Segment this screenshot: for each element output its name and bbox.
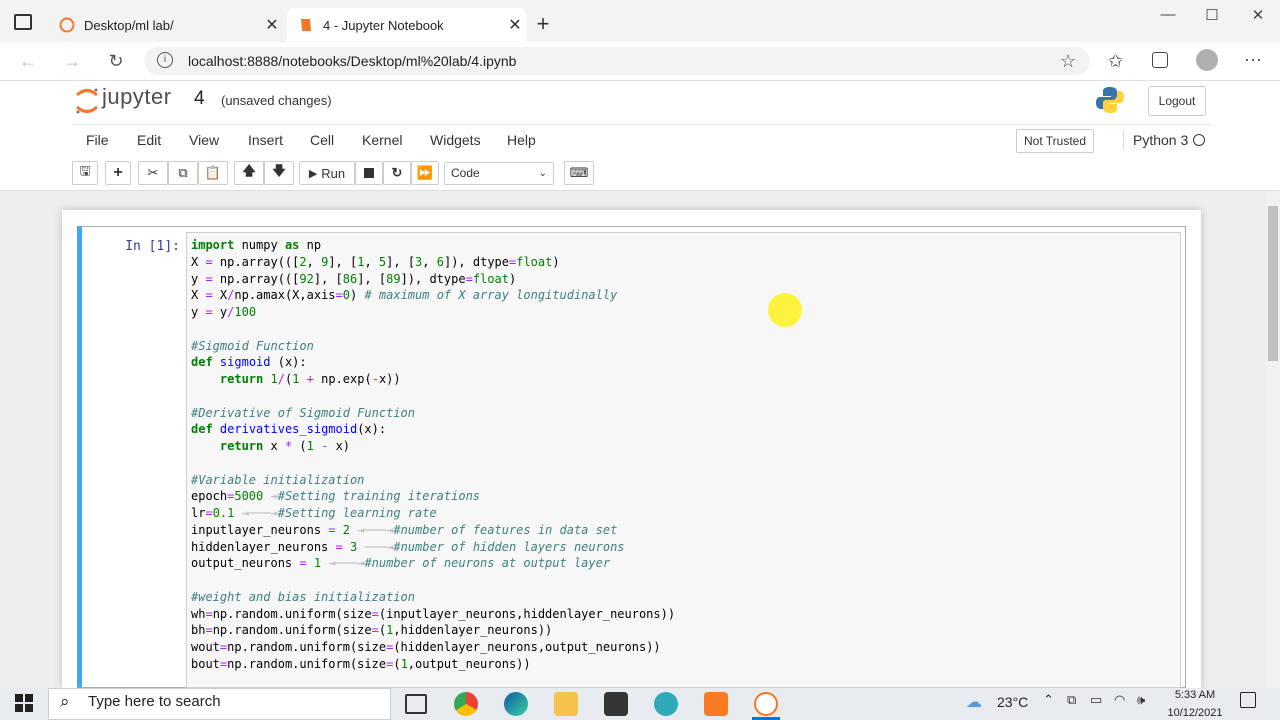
- kernel-divider: [1123, 130, 1124, 150]
- run-label: Run: [321, 165, 346, 181]
- task-view-icon[interactable]: [405, 694, 427, 714]
- code-content[interactable]: import numpy as np X = np.array(([2, 9],…: [191, 237, 675, 673]
- menu-edit[interactable]: Edit: [137, 132, 161, 148]
- notification-center-icon[interactable]: [1240, 692, 1256, 708]
- menu-cell[interactable]: Cell: [310, 132, 334, 148]
- keyboard-icon: ⌨: [569, 165, 589, 180]
- restart-run-all-button[interactable]: ⏩: [411, 161, 439, 185]
- chevron-down-icon: ⌄: [538, 168, 547, 179]
- menu-file[interactable]: File: [86, 132, 109, 148]
- tab-actions-icon[interactable]: [14, 14, 32, 30]
- xampp-icon[interactable]: [704, 692, 728, 716]
- tab-jupyter-notebook[interactable]: 4 - Jupyter Notebook ✕: [287, 8, 527, 42]
- kernel-idle-indicator-icon: [1193, 134, 1205, 146]
- taskbar-search-placeholder: Type here to search: [88, 693, 221, 710]
- back-button[interactable]: ←: [14, 48, 42, 74]
- minimize-button[interactable]: —: [1148, 6, 1188, 28]
- python-logo-icon: [1095, 85, 1125, 115]
- close-tab-icon[interactable]: ✕: [260, 15, 284, 35]
- edge-icon[interactable]: [504, 692, 528, 716]
- chevron-up-icon[interactable]: ⌃: [1043, 692, 1054, 708]
- cut-button[interactable]: ✂: [138, 161, 168, 185]
- cell-input-prompt: In [1]:: [125, 239, 180, 254]
- save-button[interactable]: 🖫: [72, 161, 98, 185]
- jupyter-taskbar-icon[interactable]: [754, 692, 778, 716]
- profile-avatar-icon[interactable]: [1196, 49, 1218, 71]
- plus-icon: +: [113, 164, 123, 181]
- paste-icon: 📋: [204, 165, 222, 180]
- wifi-icon[interactable]: ◠: [1114, 692, 1125, 708]
- info-icon[interactable]: i: [157, 52, 173, 68]
- tab-desktop-ml-lab[interactable]: Desktop/ml lab/ ✕: [48, 8, 284, 42]
- clock-time: 5:33 AM: [1174, 689, 1216, 701]
- favorites-icon[interactable]: ✩: [1108, 51, 1123, 72]
- kernel-name[interactable]: Python 3: [1133, 132, 1188, 148]
- battery-icon[interactable]: ▭: [1090, 692, 1102, 708]
- restart-button[interactable]: ↻: [383, 161, 411, 185]
- play-icon: ▶: [308, 167, 318, 180]
- save-icon: 🖫: [79, 163, 91, 178]
- favorite-star-add-icon[interactable]: ☆: [1060, 51, 1076, 72]
- command-palette-button[interactable]: ⌨: [564, 161, 594, 185]
- close-tab-icon[interactable]: ✕: [503, 15, 527, 35]
- paste-button[interactable]: 📋: [198, 161, 228, 185]
- fast-forward-icon: ⏩: [416, 165, 434, 180]
- jupyter-logo-icon[interactable]: [74, 86, 100, 116]
- collections-icon[interactable]: [1152, 52, 1168, 68]
- weather-icon[interactable]: ☁: [966, 692, 982, 712]
- weather-temperature[interactable]: 23°C: [997, 694, 1028, 710]
- taskbar-clock[interactable]: 5:33 AM 10/12/2021: [1160, 688, 1230, 720]
- windows-start-icon[interactable]: [15, 694, 33, 712]
- forward-button[interactable]: →: [58, 48, 86, 74]
- menu-help[interactable]: Help: [507, 132, 536, 148]
- menu-view[interactable]: View: [189, 132, 219, 148]
- notebook-favicon-icon: [297, 16, 315, 34]
- scrollbar-thumb[interactable]: [1268, 206, 1278, 361]
- clock-date: 10/12/2021: [1167, 707, 1223, 719]
- run-button[interactable]: ▶ Run: [299, 161, 355, 185]
- insert-cell-button[interactable]: +: [105, 161, 131, 185]
- stop-icon: [364, 168, 374, 178]
- cell-type-value: Code: [451, 166, 480, 180]
- menu-insert[interactable]: Insert: [248, 132, 283, 148]
- jupyter-logo-text[interactable]: jupyter: [102, 84, 172, 110]
- move-down-button[interactable]: 🡇: [264, 161, 294, 185]
- maximize-button[interactable]: ☐: [1192, 6, 1232, 28]
- cell-type-select[interactable]: Code ⌄: [444, 162, 554, 185]
- mouse-cursor-highlight: [768, 293, 802, 327]
- save-status: (unsaved changes): [221, 93, 332, 108]
- volume-icon[interactable]: 🕪: [1137, 692, 1145, 708]
- arrow-up-icon: 🡅: [242, 163, 256, 178]
- menu-widgets[interactable]: Widgets: [430, 132, 481, 148]
- chrome-icon[interactable]: [454, 692, 478, 716]
- tab-title: 4 - Jupyter Notebook: [323, 17, 444, 33]
- close-window-button[interactable]: ✕: [1238, 6, 1278, 28]
- scissors-icon: ✂: [147, 165, 159, 180]
- more-menu-icon[interactable]: ···: [1244, 49, 1262, 70]
- restart-icon: ↻: [391, 165, 403, 180]
- menu-kernel[interactable]: Kernel: [362, 132, 402, 148]
- camera-app-icon[interactable]: [654, 692, 678, 716]
- url-text[interactable]: localhost:8888/notebooks/Desktop/ml%20la…: [188, 53, 516, 69]
- arrow-down-icon: 🡇: [272, 163, 286, 178]
- jupyter-favicon-icon: [58, 16, 76, 34]
- logout-button[interactable]: Logout: [1148, 86, 1206, 116]
- tab-title: Desktop/ml lab/: [84, 17, 174, 33]
- notebook-name[interactable]: 4: [194, 88, 205, 110]
- move-up-button[interactable]: 🡅: [234, 161, 264, 185]
- microsoft-store-icon[interactable]: [604, 692, 628, 716]
- copy-icon: ⧉: [178, 165, 188, 180]
- interrupt-button[interactable]: [355, 161, 383, 185]
- search-icon: ⌕: [60, 692, 70, 711]
- device-icon[interactable]: ⧉: [1067, 692, 1076, 708]
- refresh-button[interactable]: ↻: [102, 48, 130, 74]
- trust-button[interactable]: Not Trusted: [1016, 129, 1094, 153]
- copy-button[interactable]: ⧉: [168, 161, 198, 185]
- file-explorer-icon[interactable]: [554, 692, 578, 716]
- new-tab-button[interactable]: +: [532, 12, 554, 36]
